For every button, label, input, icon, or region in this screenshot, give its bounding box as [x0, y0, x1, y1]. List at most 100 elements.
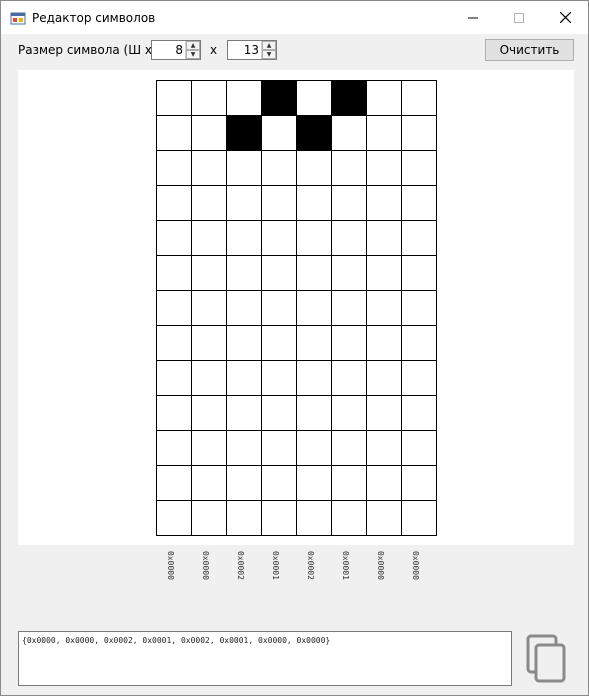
grid-cell[interactable]	[227, 466, 262, 501]
grid-cell[interactable]	[192, 81, 227, 116]
grid-cell[interactable]	[192, 396, 227, 431]
grid-cell[interactable]	[367, 291, 402, 326]
grid-cell[interactable]	[332, 116, 367, 151]
grid-cell[interactable]	[332, 256, 367, 291]
grid-cell[interactable]	[262, 466, 297, 501]
grid-cell[interactable]	[157, 396, 192, 431]
height-increment-icon[interactable]: ▲	[262, 41, 276, 50]
grid-cell[interactable]	[157, 221, 192, 256]
grid-cell[interactable]	[297, 431, 332, 466]
output-textbox[interactable]: {0x0000, 0x0000, 0x0002, 0x0001, 0x0002,…	[18, 631, 512, 686]
grid-cell[interactable]	[402, 326, 437, 361]
grid-cell[interactable]	[227, 151, 262, 186]
grid-cell[interactable]	[192, 256, 227, 291]
grid-cell[interactable]	[297, 81, 332, 116]
grid-cell[interactable]	[332, 186, 367, 221]
width-increment-icon[interactable]: ▲	[186, 41, 200, 50]
width-stepper[interactable]: 8 ▲ ▼	[151, 40, 201, 60]
height-stepper[interactable]: 13 ▲ ▼	[227, 40, 277, 60]
grid-cell[interactable]	[192, 326, 227, 361]
grid-cell[interactable]	[367, 81, 402, 116]
grid-cell[interactable]	[367, 116, 402, 151]
grid-cell[interactable]	[297, 466, 332, 501]
copy-icon[interactable]	[523, 634, 569, 684]
grid-cell[interactable]	[227, 501, 262, 536]
grid-cell[interactable]	[157, 291, 192, 326]
grid-cell[interactable]	[367, 466, 402, 501]
grid-cell[interactable]	[332, 361, 367, 396]
grid-cell[interactable]	[192, 221, 227, 256]
grid-cell[interactable]	[402, 501, 437, 536]
grid-cell[interactable]	[297, 116, 332, 151]
grid-cell[interactable]	[157, 501, 192, 536]
grid-cell[interactable]	[157, 466, 192, 501]
grid-cell[interactable]	[262, 256, 297, 291]
grid-cell[interactable]	[262, 81, 297, 116]
grid-cell[interactable]	[332, 151, 367, 186]
grid-cell[interactable]	[402, 291, 437, 326]
grid-cell[interactable]	[227, 326, 262, 361]
grid-cell[interactable]	[227, 81, 262, 116]
grid-cell[interactable]	[227, 361, 262, 396]
grid-cell[interactable]	[192, 361, 227, 396]
grid-cell[interactable]	[332, 221, 367, 256]
grid-cell[interactable]	[192, 116, 227, 151]
grid-cell[interactable]	[227, 291, 262, 326]
grid-cell[interactable]	[157, 256, 192, 291]
grid-cell[interactable]	[157, 186, 192, 221]
grid-cell[interactable]	[262, 361, 297, 396]
grid-cell[interactable]	[262, 326, 297, 361]
close-button[interactable]	[542, 1, 588, 34]
grid-cell[interactable]	[192, 291, 227, 326]
grid-cell[interactable]	[367, 431, 402, 466]
grid-cell[interactable]	[157, 116, 192, 151]
grid-cell[interactable]	[192, 431, 227, 466]
grid-cell[interactable]	[157, 361, 192, 396]
grid-cell[interactable]	[402, 431, 437, 466]
grid-cell[interactable]	[262, 431, 297, 466]
grid-cell[interactable]	[157, 326, 192, 361]
grid-cell[interactable]	[402, 466, 437, 501]
clear-button[interactable]: Очистить	[485, 39, 574, 61]
grid-cell[interactable]	[367, 186, 402, 221]
grid-cell[interactable]	[157, 151, 192, 186]
grid-cell[interactable]	[262, 396, 297, 431]
grid-cell[interactable]	[367, 221, 402, 256]
grid-cell[interactable]	[262, 291, 297, 326]
grid-cell[interactable]	[192, 186, 227, 221]
grid-cell[interactable]	[297, 291, 332, 326]
grid-cell[interactable]	[262, 221, 297, 256]
grid-cell[interactable]	[332, 81, 367, 116]
minimize-button[interactable]	[450, 1, 496, 34]
grid-cell[interactable]	[367, 256, 402, 291]
grid-cell[interactable]	[297, 186, 332, 221]
width-decrement-icon[interactable]: ▼	[186, 50, 200, 59]
grid-cell[interactable]	[332, 291, 367, 326]
grid-cell[interactable]	[367, 151, 402, 186]
grid-cell[interactable]	[367, 501, 402, 536]
grid-cell[interactable]	[227, 221, 262, 256]
grid-cell[interactable]	[262, 186, 297, 221]
grid-cell[interactable]	[297, 326, 332, 361]
width-value[interactable]: 8	[175, 43, 183, 57]
grid-cell[interactable]	[402, 116, 437, 151]
grid-cell[interactable]	[262, 501, 297, 536]
grid-cell[interactable]	[297, 501, 332, 536]
grid-cell[interactable]	[297, 151, 332, 186]
grid-cell[interactable]	[332, 431, 367, 466]
grid-cell[interactable]	[227, 431, 262, 466]
grid-cell[interactable]	[157, 81, 192, 116]
grid-cell[interactable]	[402, 221, 437, 256]
grid-cell[interactable]	[402, 151, 437, 186]
height-decrement-icon[interactable]: ▼	[262, 50, 276, 59]
grid-cell[interactable]	[227, 116, 262, 151]
grid-cell[interactable]	[297, 221, 332, 256]
grid-cell[interactable]	[402, 81, 437, 116]
grid-cell[interactable]	[332, 466, 367, 501]
maximize-button[interactable]	[496, 1, 542, 34]
grid-cell[interactable]	[367, 396, 402, 431]
grid-cell[interactable]	[402, 256, 437, 291]
grid-cell[interactable]	[402, 186, 437, 221]
grid-cell[interactable]	[297, 396, 332, 431]
grid-cell[interactable]	[227, 186, 262, 221]
